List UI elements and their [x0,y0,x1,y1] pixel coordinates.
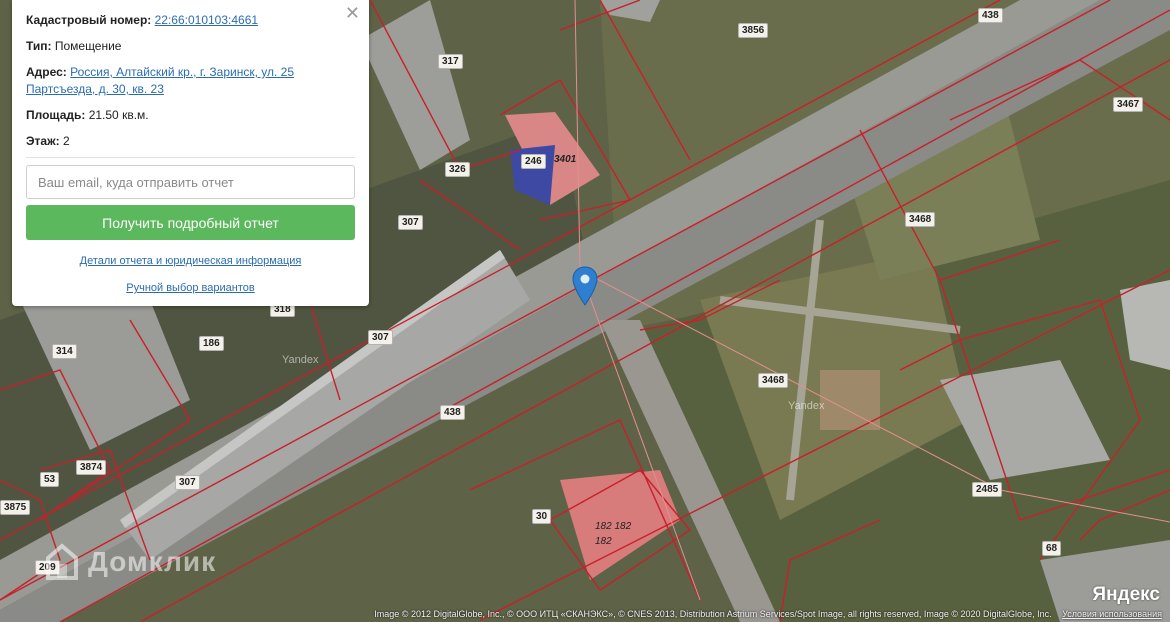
cadastral-info-popup: ✕ Кадастровый номер: 22:66:010103:4661 Т… [12,0,369,306]
plot-label: 3401 [554,154,577,165]
plot-label: 3856 [738,23,769,38]
plot-label: 182 182 [595,521,632,532]
area-value: 21.50 кв.м. [88,108,149,122]
map-marker-icon[interactable] [572,266,598,306]
terms-link[interactable]: Условия использования [1062,609,1162,619]
cadastral-number-row: Кадастровый номер: 22:66:010103:4661 [26,12,355,29]
plot-label: 186 [199,336,224,351]
close-icon[interactable]: ✕ [345,5,360,23]
plot-label: 2485 [972,482,1003,497]
email-field[interactable] [26,165,355,199]
plot-label: 314 [52,344,77,359]
cadastral-number-label: Кадастровый номер: [26,13,152,27]
address-row: Адрес: Россия, Алтайский кр., г. Заринск… [26,64,355,98]
domclick-logo-icon [46,543,78,580]
plot-label: 3875 [0,500,31,515]
attribution-text: Image © 2012 DigitalGlobe, Inc., © ООО И… [374,609,1052,619]
type-label: Тип: [26,39,52,53]
map-attribution: Image © 2012 DigitalGlobe, Inc., © ООО И… [374,606,1170,622]
get-report-button[interactable]: Получить подробный отчет [26,205,355,240]
manual-selection-link[interactable]: Ручной выбор вариантов [26,282,355,294]
plot-label: 3467 [1113,97,1144,112]
address-label: Адрес: [26,65,67,79]
plot-label: 307 [175,475,200,490]
plot-label: 68 [1042,541,1062,556]
plot-label: 307 [398,215,423,230]
plot-label: 326 [445,162,470,177]
area-label: Площадь: [26,108,86,122]
plot-label: 3874 [76,460,107,475]
address-link[interactable]: Россия, Алтайский кр., г. Заринск, ул. 2… [26,65,294,96]
report-details-link[interactable]: Детали отчета и юридическая информация [26,255,355,267]
plot-label: 182 [595,536,612,547]
floor-row: Этаж: 2 [26,133,355,150]
floor-value: 2 [62,134,70,148]
domclick-watermark: Домклик [88,546,217,577]
plot-label: 3468 [905,212,936,227]
yandex-watermark: Yandex [788,400,825,412]
plot-label: 3468 [758,373,789,388]
type-row: Тип: Помещение [26,38,355,55]
area-row: Площадь: 21.50 кв.м. [26,107,355,124]
type-value: Помещение [54,39,122,53]
plot-label: 438 [978,8,1003,23]
plot-label: 53 [40,472,60,487]
yandex-watermark: Yandex [282,354,319,366]
divider [26,157,355,158]
plot-label: 246 [521,154,546,169]
cadastral-number-link[interactable]: 22:66:010103:4661 [155,13,258,27]
plot-label: 317 [438,54,463,69]
plot-label: 30 [532,509,552,524]
yandex-logo[interactable]: Яндекс [1092,584,1160,606]
floor-label: Этаж: [26,134,60,148]
plot-label: 307 [368,330,393,345]
plot-label: 438 [440,405,465,420]
